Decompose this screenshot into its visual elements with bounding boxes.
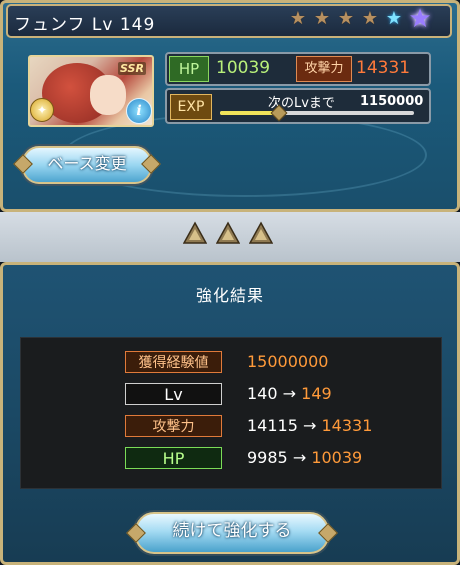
attack-after: 14331 xyxy=(321,416,373,435)
attack-label: 攻撃力 xyxy=(296,56,352,82)
exp-label: EXP xyxy=(170,94,212,120)
character-name: フュンフ Lv 149 xyxy=(14,15,156,35)
exp-bar-fill xyxy=(220,111,279,115)
ssr-badge: SSR xyxy=(118,62,146,75)
triangle-ornament-icon xyxy=(249,221,273,244)
next-level-value: 1150000 xyxy=(360,94,424,109)
result-title: 強化結果 xyxy=(195,286,264,305)
gained-exp-label: 獲得経験値 xyxy=(125,351,222,373)
gained-exp-value: 15000000 xyxy=(247,351,328,373)
portrait-face xyxy=(90,75,126,115)
arrow-icon: → xyxy=(282,384,297,403)
level-label: Lv xyxy=(125,383,222,405)
arrow-icon: → xyxy=(292,448,307,467)
hp-result-label: HP xyxy=(125,447,222,469)
result-table xyxy=(20,337,442,489)
attack-result-label: 攻撃力 xyxy=(125,415,222,437)
star-icon: ★ xyxy=(289,8,307,29)
level-after: 149 xyxy=(301,384,332,403)
star-icon: ★ xyxy=(361,8,379,29)
triangle-ornament-icon xyxy=(216,221,240,244)
star-icon: ★ xyxy=(337,8,355,29)
light-element-icon: ✦ xyxy=(30,98,54,122)
info-icon[interactable]: i xyxy=(126,98,152,124)
base-change-button[interactable]: ベース変更 xyxy=(22,146,152,184)
attack-value: 14331 xyxy=(356,58,411,78)
triangle-ornament-icon xyxy=(183,221,207,244)
attack-change: 14115 → 14331 xyxy=(247,415,372,437)
level-change: 140 → 149 xyxy=(247,383,332,405)
hp-after: 10039 xyxy=(311,448,363,467)
attack-before: 14115 xyxy=(247,416,298,435)
hp-label: HP xyxy=(169,56,209,82)
star-icon: ★ xyxy=(408,4,432,34)
gained-exp-amount: 15000000 xyxy=(247,352,329,371)
level-before: 140 xyxy=(247,384,278,403)
hp-before: 9985 xyxy=(247,448,288,467)
star-icon: ★ xyxy=(313,8,331,29)
hp-change: 9985 → 10039 xyxy=(247,447,362,469)
hp-value: 10039 xyxy=(216,58,271,78)
star-icon: ★ xyxy=(385,8,403,29)
continue-enhance-button[interactable]: 続けて強化する xyxy=(135,512,329,554)
arrow-icon: → xyxy=(303,416,317,435)
